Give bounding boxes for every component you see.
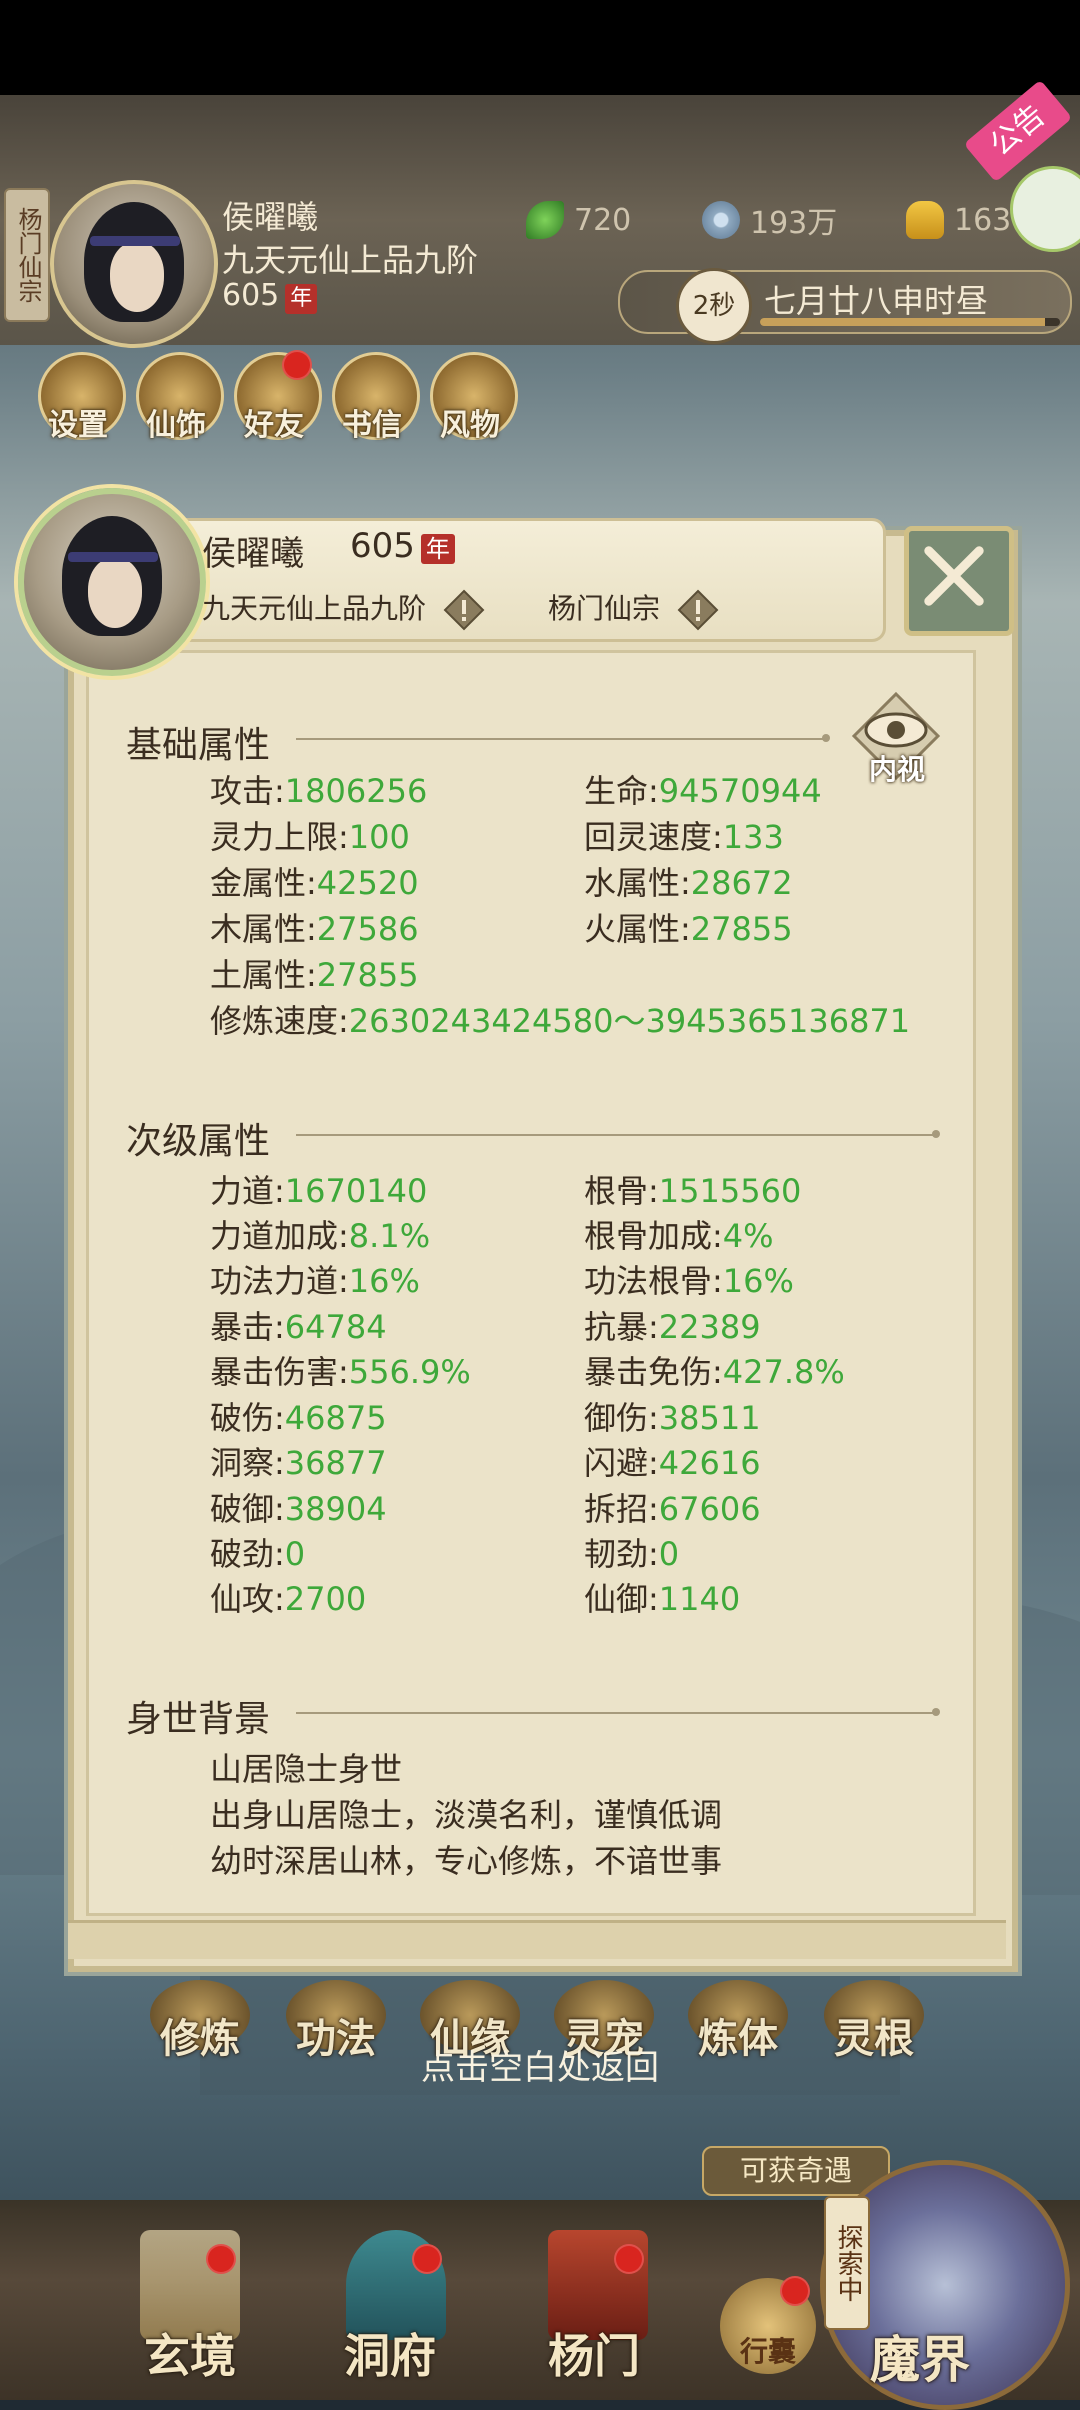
- cave-red-dot: [412, 2244, 442, 2274]
- menu-label-letters[interactable]: 书信: [322, 400, 422, 444]
- bag-label[interactable]: 行囊: [720, 2330, 816, 2370]
- stat-pierce: 破伤:46875: [210, 1399, 387, 1437]
- stat-armor-break: 破御:38904: [210, 1490, 387, 1528]
- currency-value: 193万: [750, 206, 838, 241]
- stat-skill-strength: 功法力道:16%: [210, 1262, 420, 1300]
- age-value: 605: [222, 278, 280, 313]
- stat-wood: 木属性:27586: [210, 910, 419, 948]
- leaf-icon: [526, 201, 564, 239]
- rank-text: 九天元仙上品九阶: [202, 592, 427, 625]
- stat-hp: 生命:94570944: [584, 772, 822, 810]
- stat-insight: 洞察:36877: [210, 1444, 387, 1482]
- menu-label-settings[interactable]: 设置: [28, 400, 128, 444]
- menu-label-costume[interactable]: 仙饰: [126, 400, 226, 444]
- ingot-icon: [906, 201, 944, 239]
- back-hint[interactable]: 点击空白处返回: [0, 2040, 1080, 2089]
- nav-label-sect[interactable]: 杨门: [504, 2320, 684, 2386]
- background-line: 幼时深居山林，专心修炼，不谙世事: [210, 1842, 723, 1880]
- sect-text: 杨门仙宗: [548, 592, 661, 625]
- age-unit-badge: 年: [285, 284, 318, 314]
- section-title-background: 身世背景: [126, 1699, 271, 1740]
- avatar[interactable]: [50, 180, 218, 348]
- player-age: 605 年: [222, 278, 318, 314]
- panel-player-rank: 九天元仙上品九阶: [202, 587, 485, 631]
- coin-icon: [702, 201, 740, 239]
- stat-dodge: 闪避:42616: [584, 1444, 761, 1482]
- stat-parry: 拆招:67606: [584, 1490, 761, 1528]
- close-icon: [924, 546, 984, 606]
- stat-immortal-attack: 仙攻:2700: [210, 1580, 367, 1618]
- exploring-label: 探索中: [824, 2196, 870, 2330]
- panel-player-sect: 杨门仙宗: [548, 587, 719, 631]
- sect-label[interactable]: 杨门仙宗: [4, 188, 50, 322]
- stat-immortal-defense: 仙御:1140: [584, 1580, 741, 1618]
- panel-player-name: 侯曜曦: [202, 534, 304, 574]
- stat-strength-bonus: 力道加成:8.1%: [210, 1217, 431, 1255]
- stat-constitution: 根骨:1515560: [584, 1172, 802, 1210]
- stat-toughness: 韧劲:0: [584, 1535, 680, 1573]
- age-unit-badge: 年: [420, 534, 455, 564]
- time-countdown: 2秒: [676, 268, 752, 344]
- stat-constitution-bonus: 根骨加成:4%: [584, 1217, 774, 1255]
- panel-player-age: 605 年: [350, 526, 455, 566]
- section-title-secondary: 次级属性: [126, 1121, 271, 1162]
- time-progress-fill: [760, 318, 1045, 326]
- stat-skill-constitution: 功法根骨:16%: [584, 1262, 794, 1300]
- stat-attack: 攻击:1806256: [210, 772, 428, 810]
- currency-value: 720: [574, 202, 632, 238]
- background-line: 山居隐士身世: [210, 1750, 403, 1788]
- inner-view-label[interactable]: 内视: [852, 748, 942, 788]
- stat-power-break: 破劲:0: [210, 1535, 306, 1573]
- section-divider: [296, 734, 830, 742]
- stat-mana-regen: 回灵速度:133: [584, 818, 784, 856]
- time-progress: [760, 318, 1060, 326]
- panel-footer: [68, 1920, 1006, 1959]
- stat-strength: 力道:1670140: [210, 1172, 428, 1210]
- friends-red-dot: [282, 350, 312, 380]
- stat-crit-damage: 暴击伤害:556.9%: [210, 1353, 471, 1391]
- currency-ingot[interactable]: 163: [906, 196, 1011, 244]
- section-title-basic: 基础属性: [126, 725, 271, 766]
- nav-label-realm[interactable]: 玄境: [100, 2320, 280, 2386]
- info-diamond-icon[interactable]: [443, 589, 485, 631]
- currency-coin[interactable]: 193万: [702, 196, 837, 244]
- section-divider: [296, 1708, 940, 1716]
- realm-red-dot: [206, 2244, 236, 2274]
- stat-mana-max: 灵力上限:100: [210, 818, 410, 856]
- stat-cultivation-speed: 修炼速度:2630243424580～3945365136871: [210, 1002, 911, 1040]
- info-diamond-icon[interactable]: [677, 589, 719, 631]
- menu-label-friends[interactable]: 好友: [224, 400, 324, 444]
- currency-value: 163: [954, 202, 1012, 238]
- game-date: 七月廿八申时昼: [764, 282, 989, 320]
- status-bar: [0, 0, 1080, 95]
- close-button[interactable]: [904, 526, 1014, 636]
- stat-earth: 土属性:27855: [210, 956, 419, 994]
- stat-crit-resist: 抗暴:22389: [584, 1308, 761, 1346]
- nav-label-cave[interactable]: 洞府: [300, 2320, 480, 2386]
- stat-crit-damage-reduction: 暴击免伤:427.8%: [584, 1353, 845, 1391]
- player-rank: 九天元仙上品九阶: [222, 241, 479, 279]
- sect-red-dot: [614, 2244, 644, 2274]
- chance-button[interactable]: 可获奇遇: [702, 2146, 890, 2196]
- stat-damage-defense: 御伤:38511: [584, 1399, 761, 1437]
- stat-metal: 金属性:42520: [210, 864, 419, 902]
- avatar: [18, 488, 206, 676]
- stat-water: 水属性:28672: [584, 864, 793, 902]
- section-divider: [296, 1130, 940, 1138]
- currency-leaf[interactable]: 720: [526, 196, 631, 244]
- stat-crit: 暴击:64784: [210, 1308, 387, 1346]
- stat-fire: 火属性:27855: [584, 910, 793, 948]
- player-name: 侯曜曦: [222, 198, 319, 236]
- demon-realm-label[interactable]: 魔界: [870, 2320, 970, 2392]
- background-line: 出身山居隐士，淡漠名利，谨慎低调: [210, 1796, 723, 1834]
- age-value: 605: [350, 526, 415, 566]
- menu-label-scenery[interactable]: 风物: [420, 400, 520, 444]
- bag-red-dot: [780, 2276, 810, 2306]
